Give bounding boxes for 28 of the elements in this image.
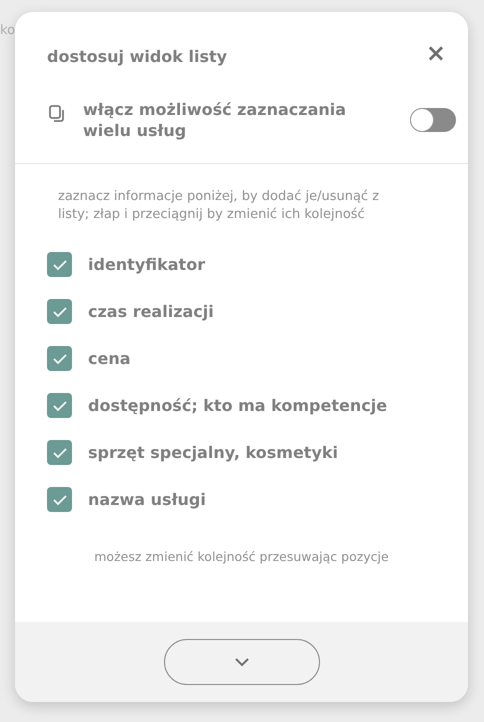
check-icon [234,657,250,667]
checkbox[interactable] [47,299,72,324]
field-label: czas realizacji [88,300,214,322]
multi-select-label: włącz możliwość zaznaczania wielu usług [83,99,348,141]
checkbox[interactable] [47,440,72,465]
checkbox[interactable] [47,346,72,371]
checkbox[interactable] [47,252,72,277]
dialog-title: dostosuj widok listy [47,46,228,68]
checkmark-icon [52,258,68,270]
close-button[interactable]: × [426,41,446,65]
field-label: nazwa usługi [88,488,206,510]
checkmark-icon [52,306,68,318]
hint-text: możesz zmienić kolejność przesuwając pozycje [93,548,390,566]
checkmark-icon [52,494,68,506]
confirm-button[interactable] [164,639,320,685]
checkmark-icon [52,400,68,412]
toggle-switch[interactable] [410,108,456,132]
checkmark-icon [52,352,68,364]
background-text: ko [0,24,16,37]
instructions-text: zaznacz informacje poniżej, by dodać je/usunąć z listy; złap i przeciągnij by zmienić ich kolejność [58,188,380,224]
field-label: cena [88,348,131,370]
field-label: identyfikator [88,254,206,276]
field-label: dostępność; kto ma kompetencje [88,394,388,416]
copy-icon [49,105,65,123]
field-label: sprzęt specjalny, kosmetyki [88,442,338,464]
checkbox[interactable] [47,487,72,512]
checkmark-icon [52,446,68,458]
checkbox[interactable] [47,393,72,418]
